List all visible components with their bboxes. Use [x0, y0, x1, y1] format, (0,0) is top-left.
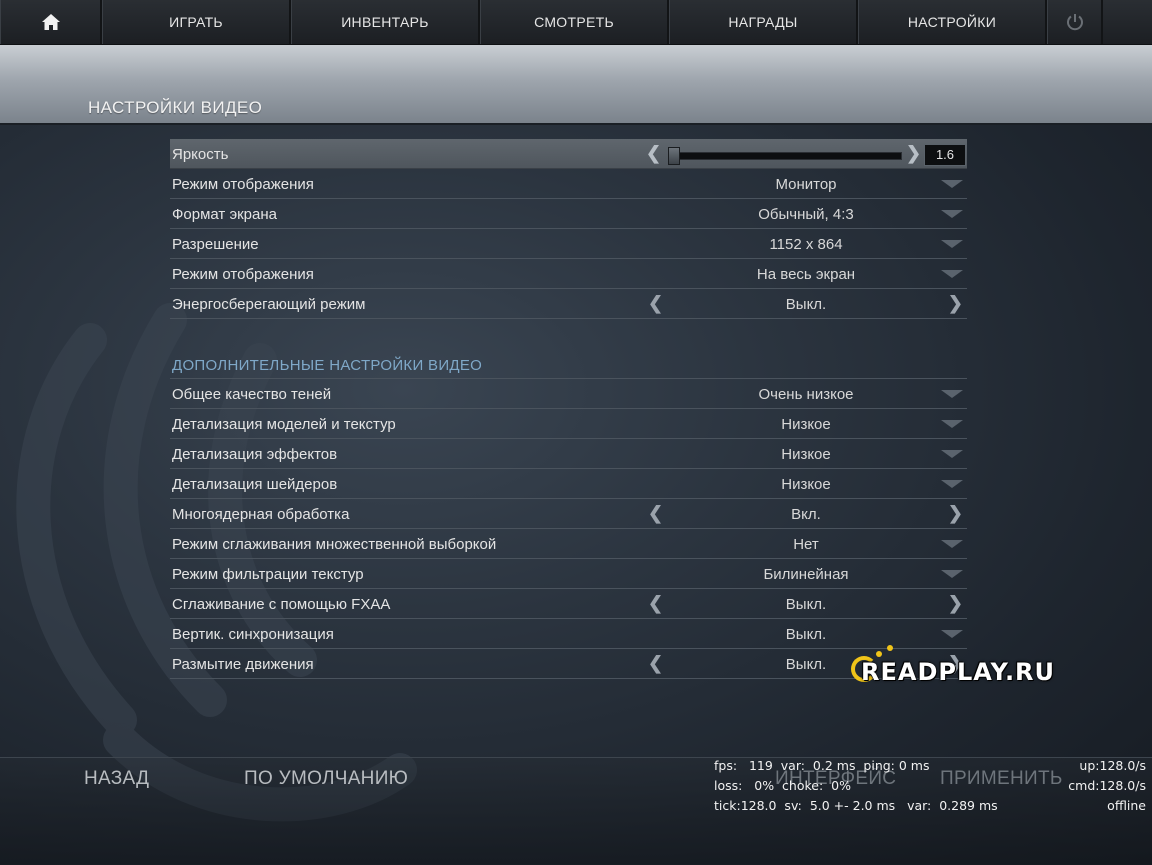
chevron-down-icon[interactable] [941, 390, 963, 398]
chevron-right-icon[interactable]: ❯ [948, 593, 963, 614]
netgraph-line: fps: 119 var: 0.2 ms ping: 0 ms [714, 758, 930, 773]
watermark-dot [876, 651, 882, 657]
nav-watch[interactable]: СМОТРЕТЬ [480, 0, 669, 44]
setting-label: Разрешение [172, 236, 259, 253]
back-button[interactable]: НАЗАД [84, 768, 149, 790]
setting-row[interactable]: Режим фильтрации текстур Билинейная [170, 559, 967, 589]
setting-label: Детализация эффектов [172, 446, 338, 463]
setting-value[interactable]: Монитор [690, 176, 922, 193]
setting-value[interactable]: Низкое [690, 476, 922, 493]
setting-row[interactable]: Детализация эффектов Низкое [170, 439, 967, 469]
netgraph-line: tick:128.0 sv: 5.0 +- 2.0 ms var: 0.289 … [714, 798, 998, 813]
advanced-section-heading: ДОПОЛНИТЕЛЬНЫЕ НАСТРОЙКИ ВИДЕО [170, 349, 967, 379]
setting-value[interactable]: 1152 x 864 [690, 236, 922, 253]
setting-label: Режим фильтрации текстур [172, 566, 364, 583]
chevron-down-icon[interactable] [941, 630, 963, 638]
chevron-down-icon[interactable] [941, 540, 963, 548]
setting-label: Энергосберегающий режим [172, 296, 366, 313]
chevron-right-icon[interactable]: ❯ [906, 143, 921, 164]
chevron-left-icon[interactable]: ❮ [648, 503, 663, 524]
setting-label: Размытие движения [172, 656, 314, 673]
chevron-down-icon[interactable] [941, 210, 963, 218]
setting-label: Сглаживание с помощью FXAA [172, 596, 391, 613]
setting-row[interactable]: Размытие движения Выкл. ❮ ❯ [170, 649, 967, 679]
setting-row[interactable]: Детализация моделей и текстур Низкое [170, 409, 967, 439]
setting-row[interactable]: Сглаживание с помощью FXAA Выкл. ❮ ❯ [170, 589, 967, 619]
nav-inventory[interactable]: ИНВЕНТАРЬ [291, 0, 480, 44]
video-settings-list: Яркость ❮ ❯ 1.6 Режим отображения Монитор… [170, 139, 967, 679]
setting-value[interactable]: Вкл. [690, 506, 922, 523]
power-icon [1066, 14, 1083, 31]
chevron-left-icon[interactable]: ❮ [646, 143, 661, 164]
setting-row[interactable]: Режим сглаживания множественной выборкой… [170, 529, 967, 559]
watermark-text: READPLAY.RU [861, 658, 1056, 686]
nav-settings[interactable]: НАСТРОЙКИ [858, 0, 1047, 44]
nav-awards[interactable]: НАГРАДЫ [669, 0, 858, 44]
watermark-dot [887, 645, 893, 651]
chevron-left-icon[interactable]: ❮ [648, 653, 663, 674]
chevron-down-icon[interactable] [941, 240, 963, 248]
net-graph-overlay: fps: 119 var: 0.2 ms ping: 0 ms up:128.0/… [714, 756, 1146, 816]
power-button[interactable] [1047, 0, 1103, 44]
setting-label: Детализация шейдеров [172, 476, 338, 493]
setting-row[interactable]: Разрешение 1152 x 864 [170, 229, 967, 259]
chevron-down-icon[interactable] [941, 420, 963, 428]
netgraph-status: offline [1107, 798, 1146, 813]
setting-value[interactable]: Выкл. [690, 626, 922, 643]
nav-play[interactable]: ИГРАТЬ [102, 0, 291, 44]
setting-row[interactable]: Формат экрана Обычный, 4:3 [170, 199, 967, 229]
setting-label: Режим отображения [172, 266, 314, 283]
brightness-slider-track[interactable] [668, 152, 902, 160]
setting-label: Режим отображения [172, 176, 314, 193]
page-title: НАСТРОЙКИ ВИДЕО [88, 98, 263, 117]
defaults-button[interactable]: ПО УМОЛЧАНИЮ [244, 768, 408, 790]
setting-row[interactable]: Режим отображения Монитор [170, 169, 967, 199]
setting-value[interactable]: Нет [690, 536, 922, 553]
setting-value[interactable]: Билинейная [690, 566, 922, 583]
netgraph-cmd: cmd:128.0/s [1068, 778, 1146, 793]
home-icon [41, 14, 60, 30]
chevron-down-icon[interactable] [941, 570, 963, 578]
chevron-left-icon[interactable]: ❮ [648, 593, 663, 614]
chevron-down-icon[interactable] [941, 480, 963, 488]
setting-label: Режим сглаживания множественной выборкой [172, 536, 497, 553]
setting-row[interactable]: Вертик. синхронизация Выкл. [170, 619, 967, 649]
setting-value[interactable]: Низкое [690, 446, 922, 463]
setting-label: Вертик. синхронизация [172, 626, 334, 643]
chevron-down-icon[interactable] [941, 450, 963, 458]
setting-label: Многоядерная обработка [172, 506, 350, 523]
netgraph-up: up:128.0/s [1079, 758, 1146, 773]
chevron-right-icon[interactable]: ❯ [948, 293, 963, 314]
top-nav: ИГРАТЬ ИНВЕНТАРЬ СМОТРЕТЬ НАГРАДЫ НАСТРО… [0, 0, 1152, 45]
setting-row[interactable]: Детализация шейдеров Низкое [170, 469, 967, 499]
setting-row[interactable]: Общее качество теней Очень низкое [170, 379, 967, 409]
setting-label: Общее качество теней [172, 386, 332, 403]
setting-value[interactable]: Выкл. [690, 596, 922, 613]
setting-label: Яркость [172, 146, 229, 163]
chevron-down-icon[interactable] [941, 270, 963, 278]
section-title: ДОПОЛНИТЕЛЬНЫЕ НАСТРОЙКИ ВИДЕО [172, 357, 483, 374]
chevron-right-icon[interactable]: ❯ [948, 503, 963, 524]
setting-row[interactable]: Многоядерная обработка Вкл. ❮ ❯ [170, 499, 967, 529]
brightness-slider-handle[interactable] [668, 147, 680, 165]
setting-row[interactable]: Энергосберегающий режим Выкл. ❮ ❯ [170, 289, 967, 319]
setting-value[interactable]: Очень низкое [690, 386, 922, 403]
chevron-down-icon[interactable] [941, 180, 963, 188]
setting-value[interactable]: Низкое [690, 416, 922, 433]
brightness-row[interactable]: Яркость ❮ ❯ 1.6 [170, 139, 967, 169]
chevron-left-icon[interactable]: ❮ [648, 293, 663, 314]
home-button[interactable] [0, 0, 102, 44]
brightness-value[interactable]: 1.6 [924, 144, 966, 166]
setting-value[interactable]: Выкл. [690, 296, 922, 313]
setting-label: Формат экрана [172, 206, 277, 223]
setting-label: Детализация моделей и текстур [172, 416, 396, 433]
setting-value[interactable]: На весь экран [690, 266, 922, 283]
netgraph-line: loss: 0% choke: 0% [714, 778, 851, 793]
setting-row[interactable]: Режим отображения На весь экран [170, 259, 967, 289]
setting-value[interactable]: Обычный, 4:3 [690, 206, 922, 223]
